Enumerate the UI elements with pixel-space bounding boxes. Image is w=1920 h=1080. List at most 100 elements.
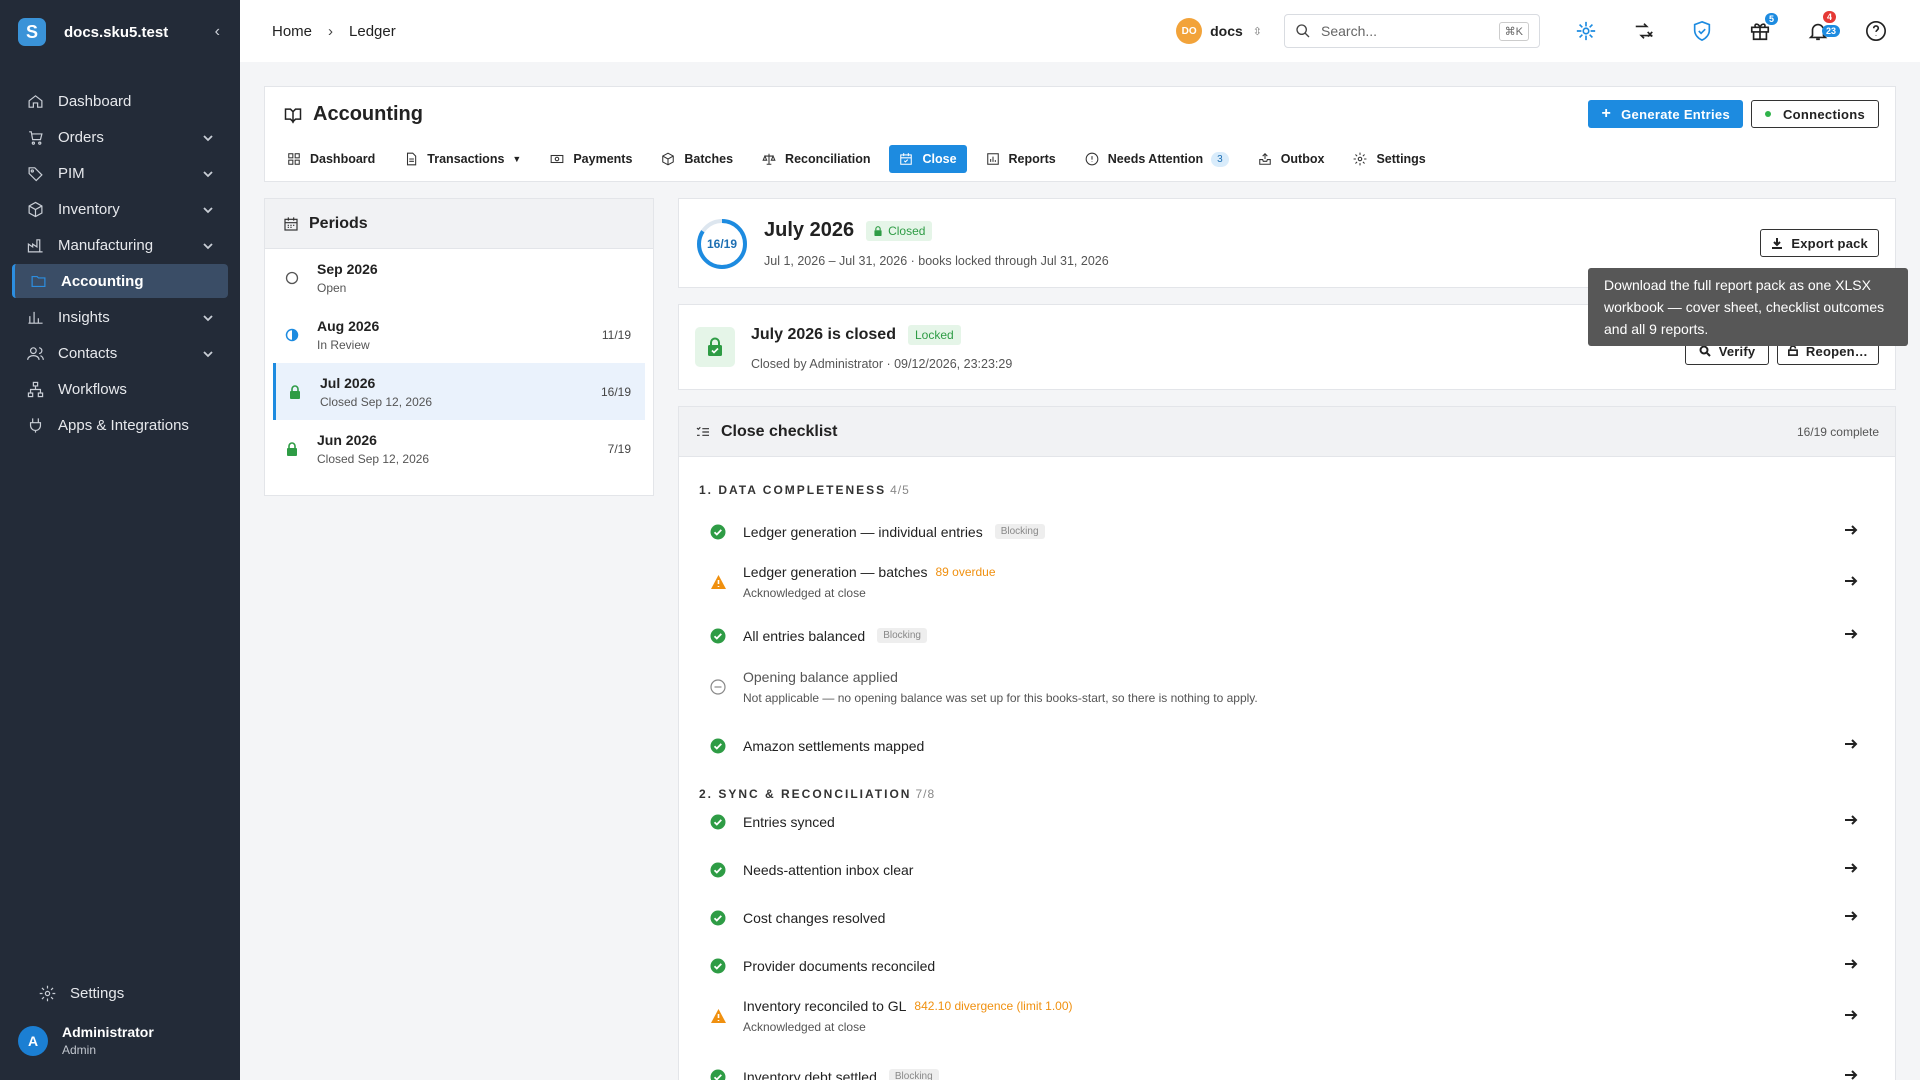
- arrow-right-icon[interactable]: [1843, 1007, 1859, 1026]
- sidebar-item-dashboard[interactable]: Dashboard: [12, 84, 228, 118]
- plus-icon: +: [1601, 105, 1612, 122]
- period-item-jul-2026[interactable]: Jul 2026 Closed Sep 12, 2026 16/19: [273, 363, 645, 420]
- breadcrumb-home[interactable]: Home: [272, 23, 312, 40]
- generate-entries-button[interactable]: + Generate Entries: [1588, 100, 1743, 128]
- arrow-right-icon[interactable]: [1843, 573, 1859, 592]
- document-icon: [407, 152, 417, 166]
- progress-label: 16/19: [706, 237, 738, 251]
- arrow-right-icon[interactable]: [1843, 812, 1859, 831]
- period-status: In Review: [317, 337, 370, 352]
- sidebar-item-settings[interactable]: Settings: [24, 976, 216, 1010]
- checklist-row-body: Needs-attention inbox clear: [743, 862, 1843, 878]
- search-placeholder: Search...: [1321, 23, 1378, 39]
- factory-icon: [26, 236, 44, 254]
- section-title-sync-reconciliation: 2. SYNC & RECONCILIATION 7/8: [699, 787, 935, 801]
- chevron-down-icon[interactable]: [202, 239, 214, 251]
- arrow-right-icon[interactable]: [1843, 860, 1859, 879]
- sidebar-item-label: Workflows: [58, 380, 127, 398]
- sidebar: S docs.sku5.test ‹ Dashboard Orders PIM …: [0, 0, 240, 1080]
- sidebar-item-orders[interactable]: Orders: [12, 120, 228, 154]
- status-badge: Closed: [866, 220, 933, 241]
- site-name[interactable]: docs.sku5.test: [64, 24, 215, 41]
- connections-button[interactable]: Connections: [1751, 100, 1879, 128]
- chevron-down-icon[interactable]: [202, 131, 214, 143]
- arrow-right-icon[interactable]: [1843, 956, 1859, 975]
- help-icon[interactable]: [1864, 19, 1888, 43]
- tab-label: Close: [922, 152, 957, 166]
- collapse-sidebar-icon[interactable]: ‹: [215, 23, 220, 41]
- tab-transactions[interactable]: Transactions ▼: [394, 145, 531, 173]
- checklist-row[interactable]: Inventory reconciled to GL 842.10 diverge…: [709, 998, 1859, 1034]
- checklist-row-body: Entries synced: [743, 814, 1843, 830]
- period-count: 7/19: [607, 441, 631, 456]
- tab-reports[interactable]: Reports: [976, 145, 1066, 173]
- ai-sparkle-icon[interactable]: [1574, 19, 1598, 43]
- tab-label: Reports: [1008, 152, 1056, 166]
- user-menu[interactable]: A Administrator Admin: [18, 1024, 228, 1057]
- periods-title: Periods: [309, 214, 368, 232]
- sidebar-item-pim[interactable]: PIM: [12, 156, 228, 190]
- logo[interactable]: S: [18, 18, 46, 46]
- warning-icon: [709, 1007, 727, 1025]
- checklist-row[interactable]: Cost changes resolved: [709, 908, 1859, 927]
- tab-needs-attention[interactable]: Needs Attention 3: [1075, 145, 1239, 173]
- arrow-right-icon[interactable]: [1843, 736, 1859, 755]
- sidebar-item-inventory[interactable]: Inventory: [12, 192, 228, 226]
- checklist-row-body: Inventory debt settled Blocking: [743, 1069, 1843, 1080]
- workspace-switcher[interactable]: DO docs ⇳: [1176, 18, 1262, 44]
- chevron-down-icon[interactable]: [202, 311, 214, 323]
- shield-icon[interactable]: [1690, 19, 1714, 43]
- tab-outbox[interactable]: Outbox: [1248, 145, 1335, 173]
- user-role: Admin: [62, 1043, 97, 1057]
- chevron-down-icon[interactable]: [202, 167, 214, 179]
- checklist-item-name: All entries balanced: [743, 627, 866, 644]
- compare-icon[interactable]: [1632, 19, 1656, 43]
- check-circle-icon: [709, 909, 727, 927]
- sidebar-item-apps-integrations[interactable]: Apps & Integrations: [12, 408, 228, 442]
- sidebar-item-contacts[interactable]: Contacts: [12, 336, 228, 370]
- checklist-row[interactable]: Entries synced: [709, 812, 1859, 831]
- export-pack-button[interactable]: Export pack: [1760, 229, 1879, 257]
- check-circle-icon: [709, 627, 727, 645]
- tab-payments[interactable]: Payments: [540, 145, 642, 173]
- book-icon: [284, 107, 302, 123]
- gear-icon: [1354, 152, 1367, 166]
- gift-icon[interactable]: 5: [1748, 13, 1778, 43]
- search-input[interactable]: Search... ⌘K: [1284, 14, 1540, 48]
- periods-header: Periods: [265, 199, 653, 249]
- checklist-row[interactable]: Needs-attention inbox clear: [709, 860, 1859, 879]
- chevron-down-icon[interactable]: [202, 203, 214, 215]
- arrow-right-icon[interactable]: [1843, 1067, 1859, 1080]
- sidebar-item-accounting[interactable]: Accounting: [12, 264, 228, 298]
- period-name: Sep 2026: [317, 260, 378, 277]
- arrow-right-icon[interactable]: [1843, 522, 1859, 541]
- generate-entries-label: Generate Entries: [1621, 106, 1730, 122]
- bell-icon[interactable]: 4 23: [1806, 11, 1840, 43]
- needs-attention-count: 3: [1211, 151, 1229, 167]
- sidebar-item-manufacturing[interactable]: Manufacturing: [12, 228, 228, 262]
- sidebar-item-workflows[interactable]: Workflows: [12, 372, 228, 406]
- tab-batches[interactable]: Batches: [651, 145, 743, 173]
- tab-reconciliation[interactable]: Reconciliation: [752, 145, 880, 173]
- checklist-row[interactable]: Provider documents reconciled: [709, 956, 1859, 975]
- tab-close[interactable]: Close: [889, 145, 967, 173]
- sidebar-item-insights[interactable]: Insights: [12, 300, 228, 334]
- checklist-row[interactable]: All entries balanced Blocking: [709, 626, 1859, 645]
- period-item-aug-2026[interactable]: Aug 2026 In Review 11/19: [273, 306, 645, 363]
- chevron-down-icon[interactable]: [202, 347, 214, 359]
- tab-settings[interactable]: Settings: [1343, 145, 1435, 173]
- period-item-sep-2026[interactable]: Sep 2026 Open: [273, 249, 645, 306]
- checklist-row[interactable]: Amazon settlements mapped: [709, 736, 1859, 755]
- checklist-row[interactable]: Inventory debt settled Blocking: [709, 1067, 1859, 1080]
- check-circle-icon: [709, 813, 727, 831]
- checklist-row[interactable]: Ledger generation — individual entries Bl…: [709, 522, 1859, 541]
- sidebar-item-label: Accounting: [61, 272, 144, 290]
- period-text: Sep 2026 Open: [317, 261, 631, 295]
- checklist-row[interactable]: Ledger generation — batches 89 overdue Ack…: [709, 564, 1859, 600]
- checklist-item-name: Opening balance applied: [743, 669, 898, 685]
- arrow-right-icon[interactable]: [1843, 626, 1859, 645]
- arrow-right-icon[interactable]: [1843, 908, 1859, 927]
- checklist-item-title: Inventory reconciled to GL 842.10 diverge…: [743, 998, 1843, 1014]
- period-item-jun-2026[interactable]: Jun 2026 Closed Sep 12, 2026 7/19: [273, 420, 645, 477]
- tab-dashboard[interactable]: Dashboard: [277, 145, 385, 173]
